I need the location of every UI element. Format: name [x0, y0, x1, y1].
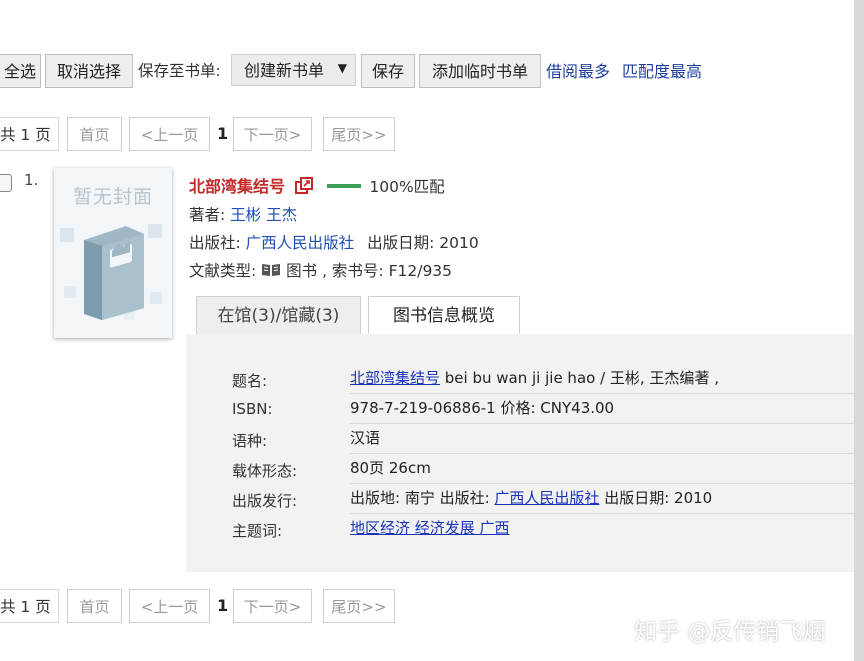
next-page-button[interactable]: 下一页> [233, 589, 312, 623]
current-page: 1 [217, 124, 229, 143]
save-button[interactable]: 保存 [361, 54, 415, 88]
publisher-label: 出版社: [189, 234, 241, 252]
zhihu-watermark: 知乎 @反传销飞烟 [634, 619, 826, 645]
total-pages: 共 1 页 [0, 117, 59, 151]
doctype-label: 文献类型: [189, 262, 257, 280]
publisher-line: 出版社: 广西人民出版社 出版日期: 2010 [189, 231, 479, 253]
save-to-booklist-label: 保存至书单: [138, 62, 221, 80]
detail-label: 出版发行: [232, 492, 298, 510]
callno-label: , 索书号: [322, 262, 384, 280]
detail-row-form: 载体形态: 80页 26cm [186, 454, 854, 484]
detail-row-subject: 主题词: 地区经济 经济发展 广西 [186, 514, 854, 544]
match-bar [326, 184, 361, 188]
detail-label: 主题词: [232, 522, 283, 540]
detail-label: ISBN: [232, 400, 273, 418]
title-link[interactable]: 北部湾集结号 [350, 369, 440, 387]
last-page-button[interactable]: 尾页>> [323, 117, 395, 151]
match-percentage: 100%匹配 [369, 178, 445, 196]
author-line: 著者: 王彬 王杰 [189, 203, 297, 225]
detail-value: 北部湾集结号 bei bu wan ji jie hao / 王彬, 王杰编著 … [350, 364, 854, 394]
record-checkbox[interactable] [0, 174, 12, 192]
overview-panel: 题名: 北部湾集结号 bei bu wan ji jie hao / 王彬, 王… [186, 334, 854, 572]
doctype-value: 图书 [286, 262, 318, 280]
detail-label: 载体形态: [232, 462, 298, 480]
detail-value: 出版地: 南宁 出版社: 广西人民出版社 出版日期: 2010 [350, 484, 854, 514]
sort-best-match-link[interactable]: 匹配度最高 [622, 54, 702, 88]
deselect-button[interactable]: 取消选择 [45, 54, 133, 88]
first-page-button[interactable]: 首页 [67, 117, 122, 151]
title-rest: bei bu wan ji jie hao / 王彬, 王杰编著 , [440, 369, 719, 387]
tab-overview[interactable]: 图书信息概览 [368, 296, 520, 334]
sort-most-borrowed-link[interactable]: 借阅最多 [546, 54, 610, 88]
author-link[interactable]: 王彬 王杰 [230, 206, 297, 224]
publisher-link[interactable]: 广西人民出版社 [246, 234, 355, 252]
book-cover-placeholder: 暂无封面 [54, 168, 172, 338]
detail-row-title: 题名: 北部湾集结号 bei bu wan ji jie hao / 王彬, 王… [186, 364, 854, 394]
book-illustration-icon [60, 224, 162, 320]
detail-row-language: 语种: 汉语 [186, 424, 854, 454]
record-number: 1. [24, 171, 39, 189]
scrollbar-track[interactable] [854, 0, 864, 661]
detail-label: 语种: [232, 432, 268, 450]
pager-top: 共 1 页 首页 <上一页 1 下一页> 尾页>> [0, 117, 420, 153]
detail-value: 地区经济 经济发展 广西 [350, 514, 854, 543]
publisher-detail-link[interactable]: 广西人民出版社 [494, 489, 599, 507]
book-icon [262, 264, 281, 276]
toolbar: 全选 取消选择 保存至书单: 创建新书单 ▼ 保存 添加临时书单 借阅最多 匹配… [0, 54, 854, 90]
detail-row-isbn: ISBN: 978-7-219-06886-1 价格: CNY43.00 [186, 394, 854, 424]
pubdate-label: 出版日期: [367, 234, 435, 252]
detail-value: 80页 26cm [350, 454, 854, 484]
record-title-line: 北部湾集结号 100%匹配 [189, 173, 445, 197]
booklist-select[interactable]: 创建新书单 ▼ [231, 54, 356, 86]
author-label: 著者: [189, 206, 226, 224]
next-page-button[interactable]: 下一页> [233, 117, 312, 151]
first-page-button[interactable]: 首页 [67, 589, 122, 623]
tab-holdings[interactable]: 在馆(3)/馆藏(3) [196, 296, 361, 334]
current-page: 1 [217, 596, 229, 615]
pub-date: 出版日期: 2010 [599, 489, 713, 507]
pub-place: 出版地: 南宁 出版社: [350, 489, 495, 507]
prev-page-button[interactable]: <上一页 [129, 117, 210, 151]
pager-bottom: 共 1 页 首页 <上一页 1 下一页> 尾页>> [0, 589, 420, 625]
open-external-icon[interactable] [294, 177, 313, 195]
doctype-line: 文献类型: 图书 , 索书号: F12/935 [189, 259, 452, 281]
dropdown-arrow-icon: ▼ [337, 61, 347, 75]
prev-page-button[interactable]: <上一页 [129, 589, 210, 623]
callno-value: F12/935 [388, 262, 453, 280]
detail-label: 题名: [232, 372, 268, 390]
subject-link[interactable]: 地区经济 经济发展 广西 [350, 519, 510, 537]
pubdate-value: 2010 [439, 234, 479, 252]
detail-value: 978-7-219-06886-1 价格: CNY43.00 [350, 394, 854, 424]
record-title-link[interactable]: 北部湾集结号 [189, 177, 285, 196]
total-pages: 共 1 页 [0, 589, 59, 623]
detail-row-publication: 出版发行: 出版地: 南宁 出版社: 广西人民出版社 出版日期: 2010 [186, 484, 854, 514]
detail-value: 汉语 [350, 424, 854, 454]
select-all-button[interactable]: 全选 [0, 54, 41, 88]
booklist-select-value: 创建新书单 [244, 61, 325, 80]
add-temp-booklist-button[interactable]: 添加临时书单 [419, 54, 541, 88]
last-page-button[interactable]: 尾页>> [323, 589, 395, 623]
